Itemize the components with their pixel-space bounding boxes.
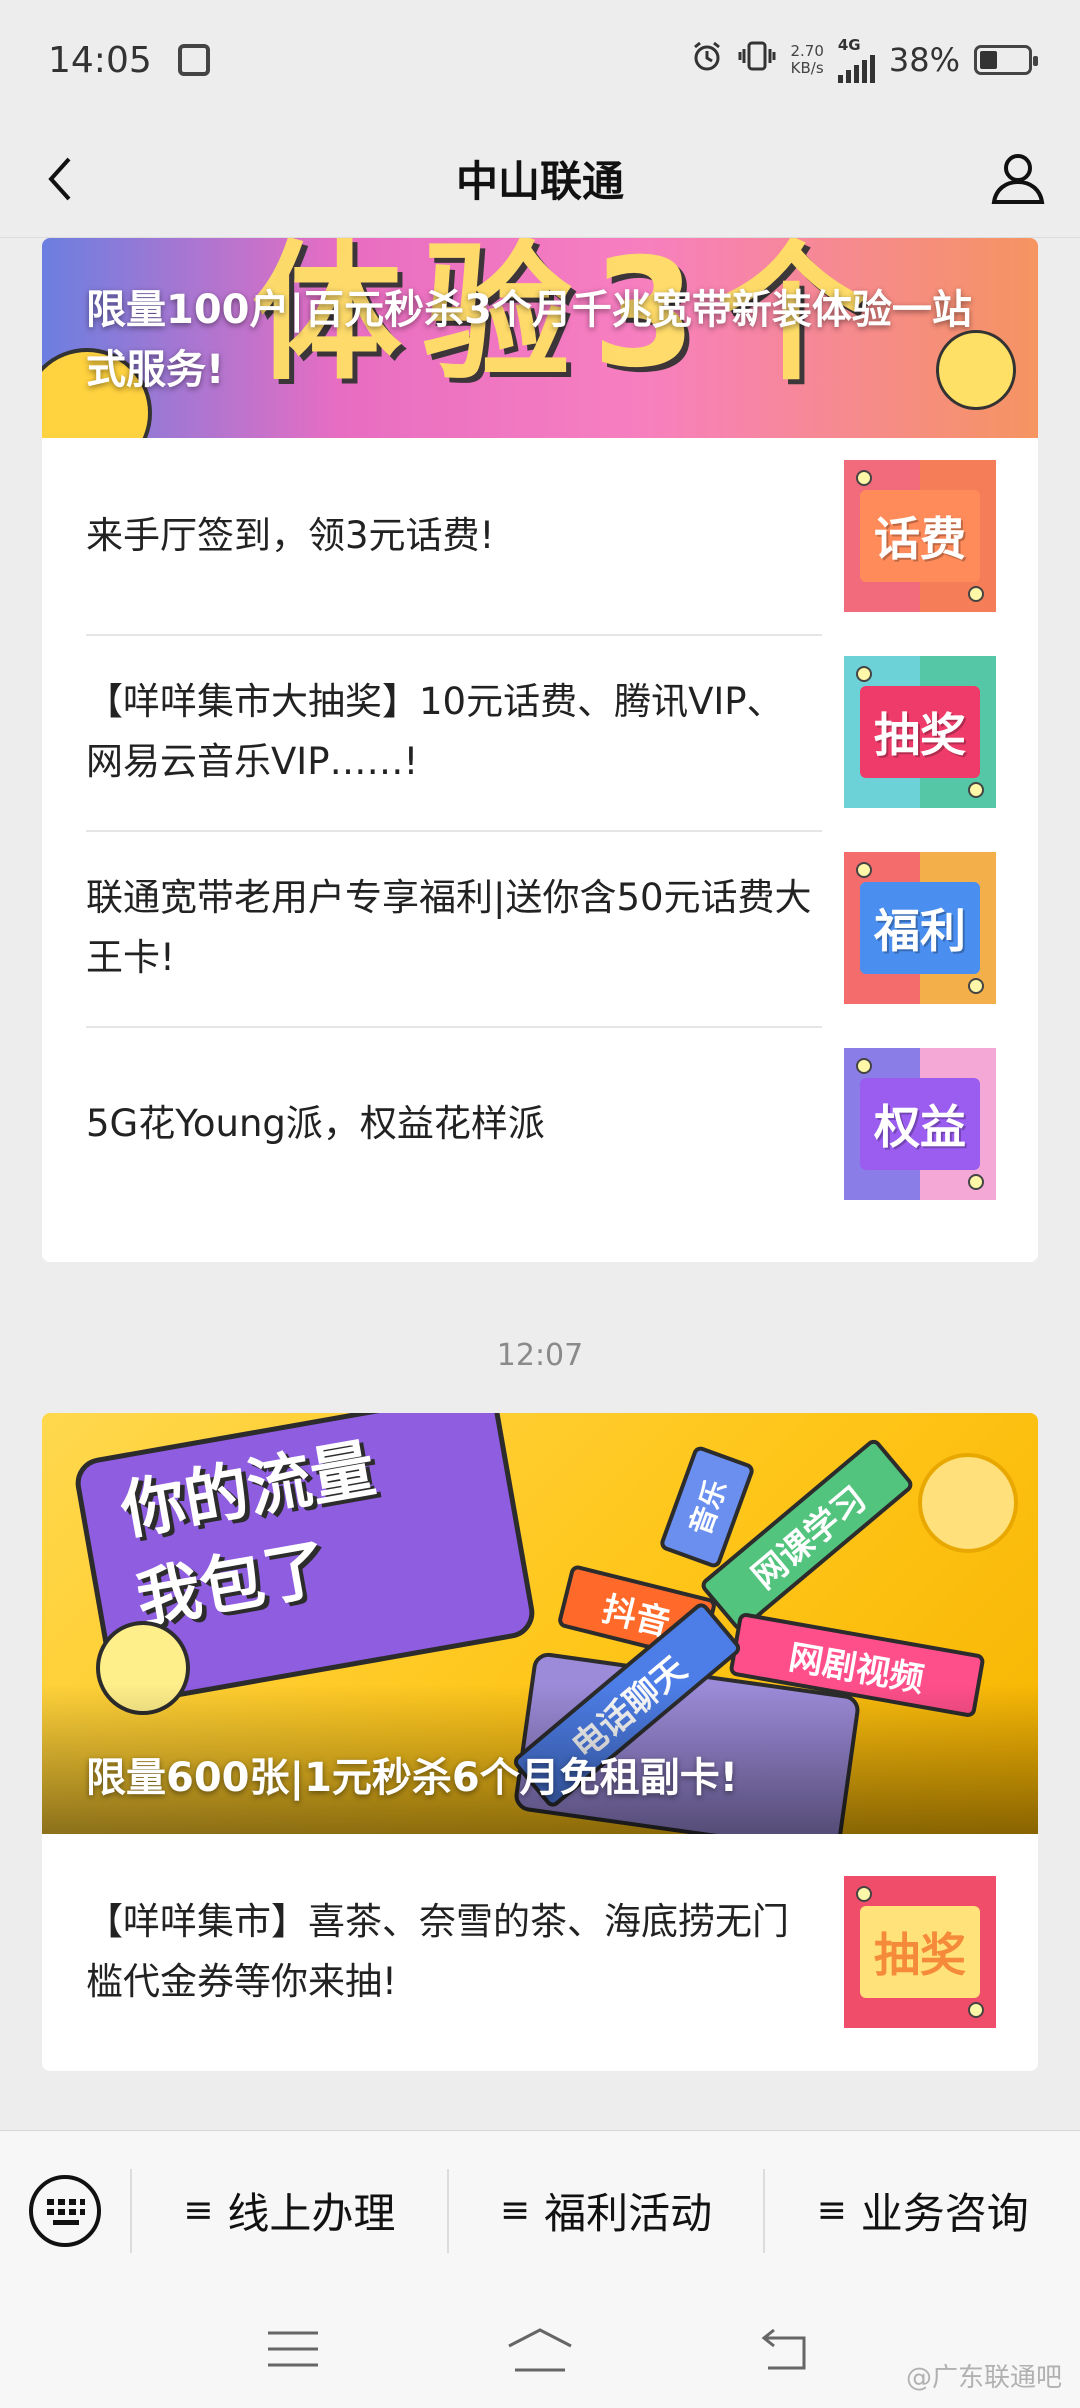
net-speed-value: 2.70 [790, 42, 824, 60]
sticker-icon [856, 1058, 872, 1074]
featured-article-banner[interactable]: 体验3个月 限量100户|百元秒杀3个月千兆宽带新装体验一站式服务! [42, 238, 1038, 438]
article-item[interactable]: 5G花Young派，权益花样派 权益 [86, 1026, 1038, 1222]
thumbnail-label: 权益 [860, 1078, 980, 1170]
vibrate-icon [738, 39, 776, 82]
recent-apps-icon [268, 2331, 319, 2367]
page-title: 中山联通 [455, 157, 624, 206]
article-item[interactable]: 【咩咩集市】喜茶、奈雪的茶、海底捞无门槛代金券等你来抽! 抽奖 [86, 1834, 1038, 2070]
menu-business-consult[interactable]: ≡ 业务咨询 [763, 2168, 1080, 2253]
message-timestamp: 12:07 [496, 1338, 584, 1373]
menu-lines-icon: ≡ [183, 2190, 214, 2231]
home-button[interactable] [500, 2309, 580, 2389]
sticker-icon [856, 1886, 872, 1902]
menu-welfare-activities[interactable]: ≡ 福利活动 [446, 2168, 764, 2253]
battery-percent: 38% [888, 41, 960, 79]
back-icon [761, 2328, 806, 2370]
sticker-icon [968, 1174, 984, 1190]
article-item[interactable]: 【咩咩集市大抽奖】10元话费、腾讯VIP、网易云音乐VIP……! 抽奖 [86, 634, 1038, 830]
article-thumbnail: 抽奖 [844, 1876, 996, 2028]
keyboard-icon [29, 2174, 101, 2247]
thumbnail-label: 话费 [860, 490, 980, 582]
battery-fill [980, 51, 998, 69]
thumbnail-label: 福利 [860, 882, 980, 974]
sticker-icon [968, 978, 984, 994]
menu-lines-icon: ≡ [816, 2190, 847, 2231]
keyboard-toggle-button[interactable] [0, 2131, 130, 2291]
article-title: 来手厅签到，领3元话费! [86, 514, 495, 557]
sticker-icon [968, 782, 984, 798]
back-arrow-icon [48, 157, 71, 201]
back-nav-button[interactable] [747, 2309, 827, 2389]
user-profile-icon [991, 154, 1045, 204]
article-thumbnail: 抽奖 [844, 656, 996, 808]
sticker-icon [856, 862, 872, 878]
article-card-2: 你的流量 我包了 音乐 网课学习 抖音 网剧视频 电话聊天 限量600张|1元秒… [42, 1413, 1038, 2071]
article-title: 联通宽带老用户专享福利|送你含50元话费大王卡! [86, 876, 812, 979]
status-indicators: 2.70 KB/s 4G 38% [690, 35, 1038, 83]
thumbnail-label: 抽奖 [860, 686, 980, 778]
banner-caption: 限量100户|百元秒杀3个月千兆宽带新装体验一站式服务! [86, 287, 972, 393]
banner-caption: 限量600张|1元秒杀6个月免租副卡! [86, 1755, 739, 1801]
watermark: @广东联通吧 [905, 2363, 1062, 2393]
menu-lines-icon: ≡ [499, 2190, 531, 2231]
article-title: 【咩咩集市大抽奖】10元话费、腾讯VIP、网易云音乐VIP……! [86, 680, 784, 783]
home-icon [508, 2328, 572, 2372]
menu-label: 线上办理 [227, 2189, 396, 2238]
net-speed: 2.70 KB/s [790, 43, 823, 77]
net-speed-unit: KB/s [790, 59, 824, 77]
article-thumbnail: 权益 [844, 1048, 996, 1200]
featured-article-banner[interactable]: 你的流量 我包了 音乐 网课学习 抖音 网剧视频 电话聊天 限量600张|1元秒… [42, 1413, 1038, 1834]
official-account-menu: ≡ 线上办理 ≡ 福利活动 ≡ 业务咨询 [0, 2130, 1080, 2290]
battery-icon [974, 45, 1038, 75]
menu-online-service[interactable]: ≡ 线上办理 [130, 2168, 447, 2253]
article-thumbnail: 福利 [844, 852, 996, 1004]
article-title: 5G花Young派，权益花样派 [86, 1102, 545, 1145]
alarm-icon [690, 39, 724, 82]
profile-button[interactable] [984, 144, 1052, 212]
sticker-icon [856, 666, 872, 682]
signal-icon: 4G [837, 35, 875, 83]
menu-label: 福利活动 [544, 2189, 713, 2238]
screenshot-app-icon [177, 44, 210, 76]
status-time: 14:05 [48, 39, 152, 81]
network-type: 4G [837, 35, 861, 54]
sticker-icon [856, 470, 872, 486]
back-button[interactable] [30, 148, 92, 210]
article-item[interactable]: 联通宽带老用户专享福利|送你含50元话费大王卡! 福利 [86, 830, 1038, 1026]
article-card-1: 体验3个月 限量100户|百元秒杀3个月千兆宽带新装体验一站式服务! 来手厅签到… [42, 238, 1038, 1262]
article-thumbnail: 话费 [844, 460, 996, 612]
menu-label: 业务咨询 [860, 2189, 1029, 2238]
article-title: 【咩咩集市】喜茶、奈雪的茶、海底捞无门槛代金券等你来抽! [86, 1900, 789, 2003]
sticker-icon [968, 586, 984, 602]
sticker-icon [968, 2002, 984, 2018]
article-item[interactable]: 来手厅签到，领3元话费! 话费 [86, 438, 1038, 634]
thumbnail-label: 抽奖 [860, 1906, 980, 1998]
chat-header: 中山联通 [0, 120, 1080, 238]
status-bar: 14:05 2.70 KB/s 4G 38% [0, 0, 1080, 120]
recent-apps-button[interactable] [253, 2309, 333, 2389]
coin-icon [918, 1453, 1018, 1553]
